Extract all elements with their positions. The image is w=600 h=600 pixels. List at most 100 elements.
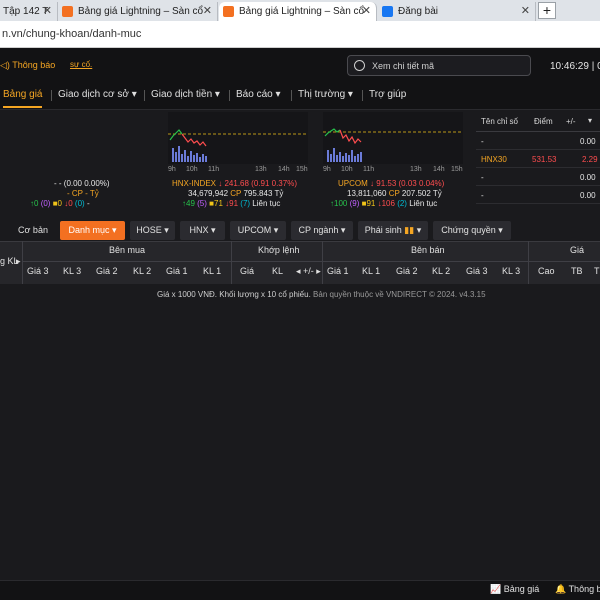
chevron-right-icon[interactable]: ▸ (16, 256, 21, 267)
floor-count: (7) (240, 199, 251, 208)
down-count: 0 (68, 199, 73, 208)
hnx-index-breadth: ↑49 (5) ■71 ↓91 (7) Liên tục (182, 199, 280, 208)
incident-link[interactable]: sự cố. (70, 60, 92, 69)
group-khop-lenh: Khớp lệnh (258, 245, 300, 255)
filter-phai-sinh[interactable]: Phái sinh ▮▮ ▾ (358, 221, 428, 240)
column-kl-2-mua[interactable]: KL 2 (133, 266, 151, 276)
notice-link[interactable]: ◁) Thông báo (0, 60, 55, 71)
column-gia-1-mua[interactable]: Giá 1 (166, 266, 188, 276)
axis-tick: 13h (410, 166, 422, 173)
column-kl-3-ban[interactable]: KL 3 (502, 266, 520, 276)
bottom-price-board-link[interactable]: 📈 Bảng giá (490, 584, 539, 595)
ceiling-count: (0) (40, 199, 51, 208)
floor-count: (2) (397, 199, 407, 208)
column-thay-doi[interactable]: ◂ +/- ▸ (296, 266, 321, 277)
down-count: 106 (381, 199, 395, 208)
bell-icon: 🔔 (555, 584, 567, 594)
close-icon[interactable]: ✕ (362, 2, 371, 21)
browser-tab-2[interactable]: Bảng giá Lightning – Sàn cổ ✕ (58, 2, 218, 21)
index-status: Liên tục (409, 199, 438, 208)
nav-bao-cao[interactable]: Báo cáo ▾ (236, 89, 281, 100)
tab-label: Tập 142 T (3, 6, 49, 17)
hnx-index-mini-chart[interactable] (168, 112, 308, 164)
filter-cp-nganh[interactable]: CP ngành ▾ (291, 221, 353, 240)
nav-separator (291, 90, 292, 101)
index-table-row[interactable]: - 0.00 (476, 186, 600, 204)
column-kl-khop[interactable]: KL (272, 266, 283, 276)
address-bar[interactable]: n.vn/chung-khoan/danh-muc (0, 21, 600, 48)
axis-tick: 11h (208, 166, 220, 173)
index-status: Liên tục (252, 199, 281, 208)
column-kl-3-mua[interactable]: KL 3 (63, 266, 81, 276)
column-thap[interactable]: T (594, 266, 600, 276)
down-count: 91 (229, 199, 239, 208)
value-bn: 207.502 Tỷ (401, 189, 442, 198)
column-gia-3-ban[interactable]: Giá 3 (466, 266, 488, 276)
vndirect-favicon-icon (62, 6, 73, 17)
index-name: - (481, 191, 484, 200)
browser-tab-1[interactable]: Tập 142 T ✕ (0, 2, 58, 21)
nav-tro-giup[interactable]: Trợ giúp (369, 89, 406, 100)
filter-danh-muc[interactable]: Danh mục ▾ (60, 221, 125, 240)
column-kl-1-mua[interactable]: KL 1 (203, 266, 221, 276)
column-kl-2-ban[interactable]: KL 2 (432, 266, 450, 276)
axis-tick: 9h (323, 166, 331, 173)
group-gia: Giá (570, 245, 585, 255)
column-gia-1-ban[interactable]: Giá 1 (327, 266, 349, 276)
index-table-row[interactable]: HNX30 531.53 2.29 (476, 150, 600, 168)
chevron-down-icon[interactable]: ▾ (588, 116, 592, 125)
close-icon[interactable]: ✕ (203, 2, 212, 21)
volume-bars (172, 146, 207, 162)
nav-separator (229, 90, 230, 101)
filter-chung-quyen[interactable]: Chứng quyền ▾ (433, 221, 511, 240)
cp-label: CP (230, 189, 242, 198)
left-index-volume: - CP - Tỷ (67, 189, 99, 198)
nav-thi-truong[interactable]: Thị trường ▾ (298, 89, 353, 100)
filter-hose[interactable]: HOSE ▾ (130, 221, 175, 240)
nav-giao-dich-tien[interactable]: Giao dịch tiền ▾ (151, 89, 220, 100)
column-gia-2-mua[interactable]: Giá 2 (96, 266, 118, 276)
column-cao[interactable]: Cao (538, 266, 555, 276)
volume: 34,679,942 (188, 189, 229, 198)
ref-count: 91 (366, 199, 376, 208)
megaphone-icon: ◁) (0, 60, 10, 70)
column-gia-3-mua[interactable]: Giá 3 (27, 266, 49, 276)
nav-giao-dich-co-so[interactable]: Giao dịch cơ sở ▾ (58, 89, 137, 100)
nav-bang-gia[interactable]: Bảng giá (3, 89, 43, 108)
bottom-notification-link[interactable]: 🔔 Thông báo (555, 584, 600, 595)
group-ben-ban: Bên bán (411, 245, 445, 255)
column-header: Tên chỉ số (481, 117, 518, 126)
tab-label: Đăng bài (398, 6, 439, 17)
column-kl-1-ban[interactable]: KL 1 (362, 266, 380, 276)
column-gia-khop[interactable]: Giá (240, 266, 254, 276)
left-index-breadth: ↑0 (0) ■0 ↓0 (0) - (30, 199, 90, 208)
filter-upcom[interactable]: UPCOM ▾ (230, 221, 286, 240)
upcom-index-value: UPCOM ↓ 91.53 (0.03 0.04%) (338, 179, 444, 188)
upcom-index-mini-chart[interactable] (323, 112, 463, 164)
url-text: n.vn/chung-khoan/danh-muc (2, 28, 142, 40)
up-count: 100 (334, 199, 348, 208)
index-name: UPCOM (338, 179, 368, 188)
close-icon[interactable]: ✕ (43, 2, 52, 21)
index-value: 241.68 (0.91 0.37%) (224, 179, 297, 188)
search-box[interactable]: Xem chi tiết mã (347, 55, 531, 76)
axis-tick: 15h (451, 166, 463, 173)
index-summary-table: Tên chỉ số Điểm +/- ▾ - 0.00 HNX30 531.5… (476, 110, 600, 210)
ceiling-count: (9) (349, 199, 360, 208)
new-tab-button[interactable]: + (538, 2, 556, 19)
unit-note: Giá x 1000 VNĐ. Khối lượng x 10 cổ phiếu… (157, 290, 311, 299)
filter-hnx[interactable]: HNX ▾ (180, 221, 225, 240)
column-gia-2-ban[interactable]: Giá 2 (396, 266, 418, 276)
close-icon[interactable]: ✕ (521, 2, 530, 21)
axis-tick: 13h (255, 166, 267, 173)
browser-tab-active[interactable]: Bảng giá Lightning – Sàn cổ ✕ (219, 2, 377, 21)
down-arrow-icon: ↓ (370, 179, 375, 188)
browser-tab-4[interactable]: Đăng bài ✕ (378, 2, 536, 21)
column-header: Điểm (534, 117, 553, 126)
filter-co-ban[interactable]: Cơ bản (12, 221, 54, 240)
index-table-row[interactable]: - 0.00 (476, 168, 600, 186)
value-bn: 795.843 Tỷ (243, 189, 284, 198)
index-table-row[interactable]: - 0.00 (476, 132, 600, 150)
column-tb[interactable]: TB (571, 266, 583, 276)
axis-tick: 15h (296, 166, 308, 173)
